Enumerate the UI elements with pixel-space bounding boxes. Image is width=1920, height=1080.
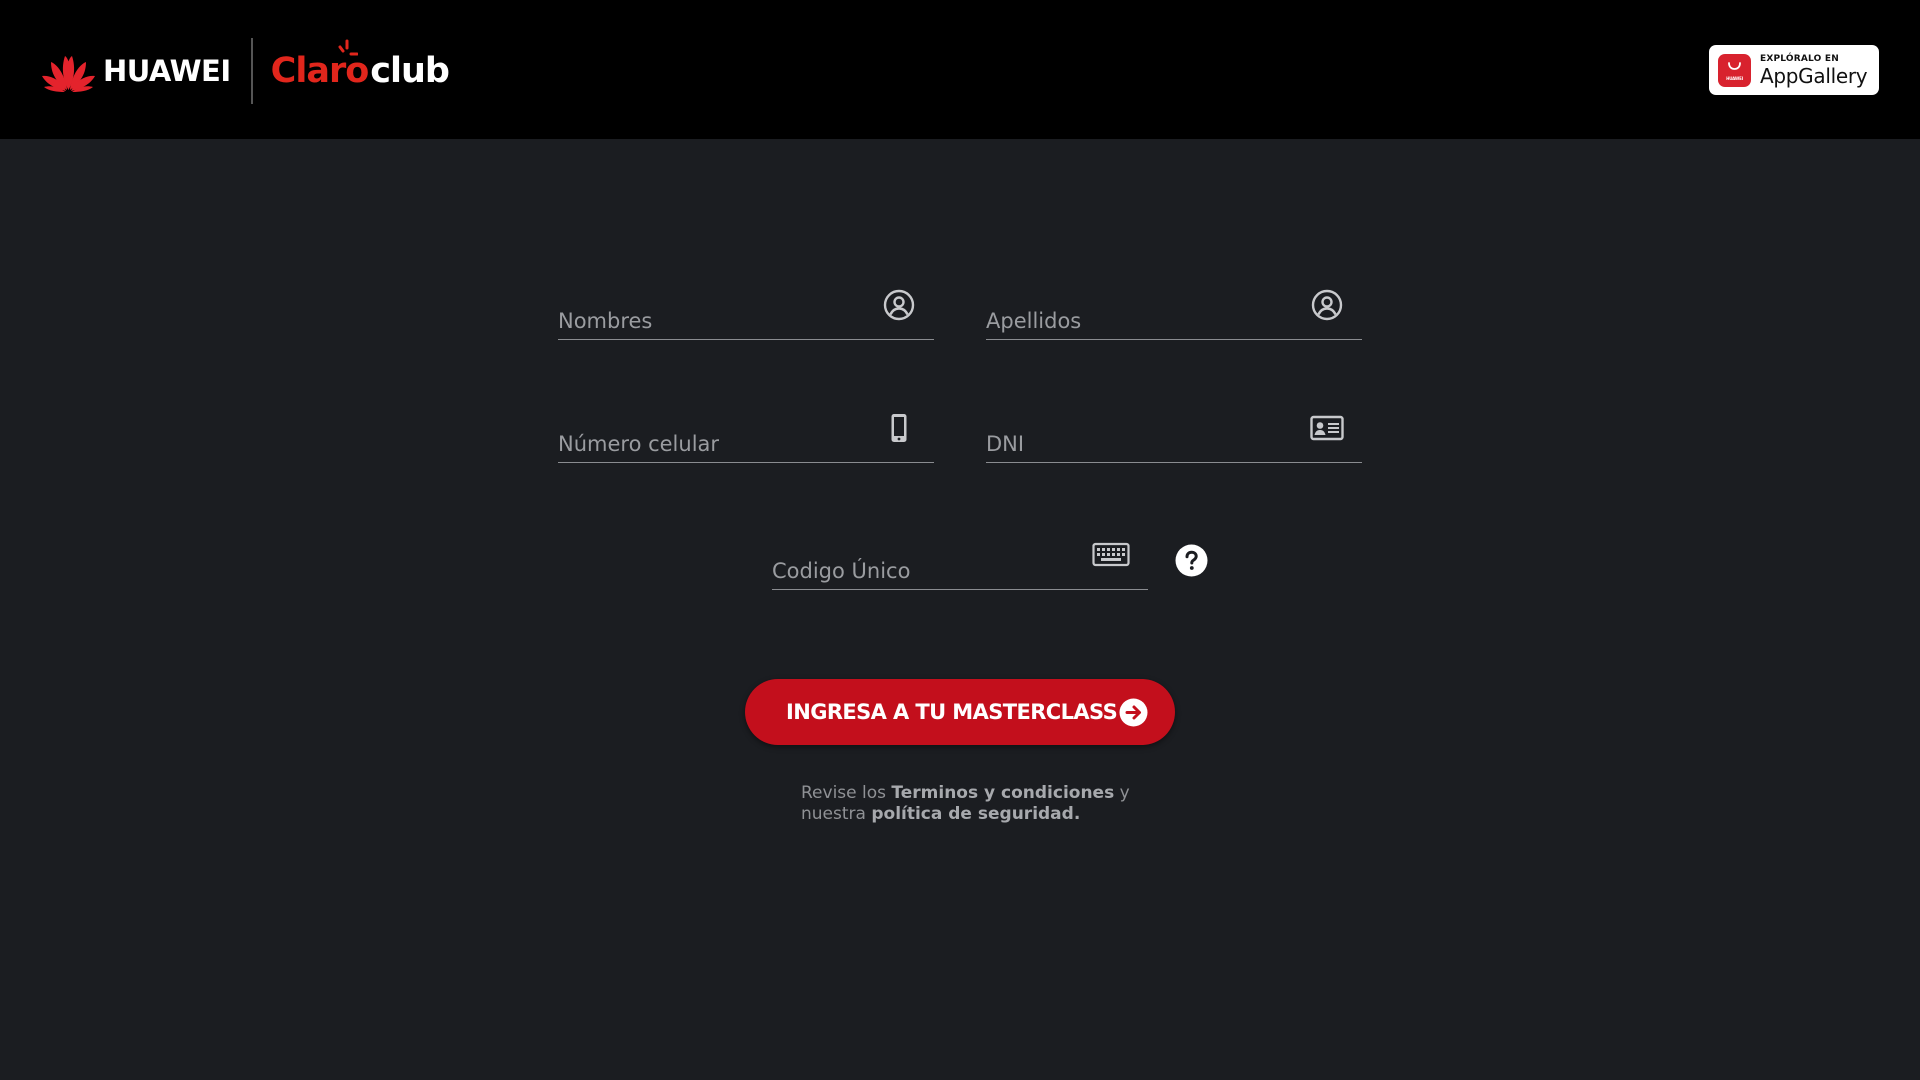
- ingresa-masterclass-button[interactable]: INGRESA A TU MASTERCLASS: [745, 679, 1175, 745]
- appgallery-bottom-text: AppGallery: [1760, 63, 1868, 88]
- celular-field[interactable]: Número celular: [558, 409, 934, 463]
- appgallery-icon-text: HUAWEI: [1726, 75, 1743, 81]
- huawei-wordmark: HUAWEI: [103, 54, 231, 88]
- appgallery-top-text: EXPLÓRALO EN: [1760, 53, 1839, 64]
- dni-field[interactable]: DNI: [986, 409, 1362, 463]
- keyboard-icon: [1092, 542, 1130, 567]
- question-circle-icon[interactable]: [1175, 544, 1208, 577]
- huawei-logo-icon: [42, 56, 95, 92]
- claro-rays-icon: [338, 39, 358, 56]
- id-card-icon: [1310, 415, 1344, 441]
- claro-wordmark: Claro: [271, 39, 369, 91]
- dni-placeholder: DNI: [986, 432, 1025, 456]
- brand-logos: HUAWEI Claro club: [41, 38, 450, 104]
- nombres-field[interactable]: Nombres: [558, 286, 934, 340]
- appgallery-texts: EXPLÓRALO EN AppGallery: [1760, 53, 1868, 88]
- appgallery-icon: HUAWEI: [1718, 53, 1751, 87]
- mobile-phone-icon: [891, 414, 907, 442]
- legal-text: Revise los Terminos y condiciones y nues…: [801, 783, 1131, 825]
- club-wordmark: club: [370, 51, 450, 91]
- celular-placeholder: Número celular: [558, 432, 720, 456]
- user-circle-icon: [1311, 289, 1343, 321]
- appgallery-badge[interactable]: HUAWEI EXPLÓRALO EN AppGallery: [1709, 45, 1879, 95]
- terms-link[interactable]: Terminos y condiciones: [891, 783, 1114, 803]
- arrow-right-circle-icon: [1119, 698, 1148, 727]
- codigo-placeholder: Codigo Único: [772, 559, 911, 583]
- privacy-link[interactable]: política de seguridad.: [871, 804, 1080, 824]
- nombres-placeholder: Nombres: [558, 309, 653, 333]
- user-circle-icon: [883, 289, 915, 321]
- apellidos-placeholder: Apellidos: [986, 309, 1082, 333]
- ingresa-masterclass-label: INGRESA A TU MASTERCLASS: [786, 700, 1118, 724]
- brand-divider: [250, 38, 253, 104]
- legal-prefix: Revise los: [801, 783, 892, 803]
- codigo-field[interactable]: Codigo Único: [772, 536, 1148, 590]
- top-header: HUAWEI Claro club HUAWEI EXPLÓRALO EN Ap…: [0, 0, 1920, 139]
- apellidos-field[interactable]: Apellidos: [986, 286, 1362, 340]
